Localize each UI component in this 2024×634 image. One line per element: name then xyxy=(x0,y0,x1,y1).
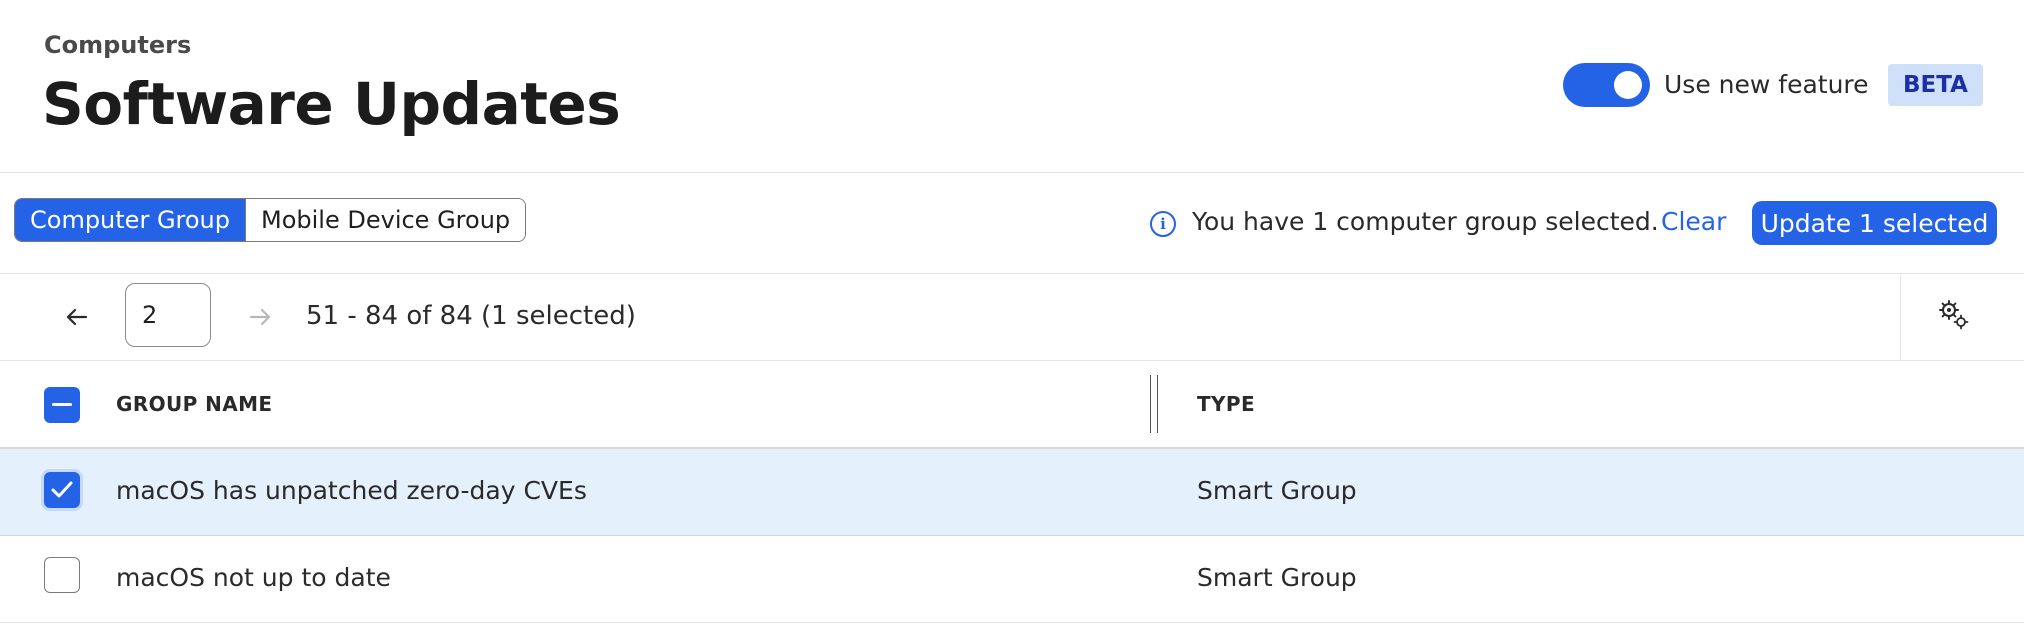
breadcrumb[interactable]: Computers xyxy=(44,31,191,59)
arrow-right-icon[interactable] xyxy=(245,302,275,332)
arrow-left-icon[interactable] xyxy=(62,302,92,332)
type-cell: Smart Group xyxy=(1197,563,1357,592)
info-icon: i xyxy=(1150,211,1176,237)
column-header-group-name[interactable]: GROUP NAME xyxy=(116,392,272,416)
table-row[interactable]: macOS not up to date Smart Group xyxy=(0,536,2024,623)
update-selected-button[interactable]: Update 1 selected xyxy=(1752,201,1997,245)
pagination-range-text: 51 - 84 of 84 (1 selected) xyxy=(306,301,636,331)
table-row[interactable]: macOS has unpatched zero-day CVEs Smart … xyxy=(0,449,2024,536)
page-number-input[interactable]: 2 xyxy=(125,283,211,347)
table-settings-cell xyxy=(1900,274,2024,360)
column-header-type[interactable]: TYPE xyxy=(1197,392,1255,416)
page-header: Computers Software Updates Use new featu… xyxy=(0,0,2024,173)
tab-mobile-device-group[interactable]: Mobile Device Group xyxy=(245,199,526,241)
settings-gears-icon[interactable] xyxy=(1937,298,1971,332)
row-checkbox[interactable] xyxy=(44,557,80,593)
group-type-segmented-control: Computer Group Mobile Device Group xyxy=(14,198,527,242)
beta-badge: BETA xyxy=(1888,64,1983,106)
column-resize-handle[interactable] xyxy=(1150,375,1158,433)
row-checkbox[interactable] xyxy=(44,472,80,508)
group-name-cell: macOS not up to date xyxy=(116,563,391,592)
clear-selection-link[interactable]: Clear xyxy=(1661,207,1726,236)
table-header: GROUP NAME TYPE xyxy=(0,361,2024,449)
group-name-cell: macOS has unpatched zero-day CVEs xyxy=(116,476,587,505)
toggle-knob xyxy=(1614,71,1642,99)
toggle-label: Use new feature xyxy=(1664,70,1869,99)
tab-computer-group[interactable]: Computer Group xyxy=(15,199,246,241)
selection-info-text: You have 1 computer group selected. xyxy=(1192,207,1659,236)
new-feature-toggle[interactable] xyxy=(1563,63,1650,107)
select-all-checkbox[interactable] xyxy=(44,387,80,423)
type-cell: Smart Group xyxy=(1197,476,1357,505)
checkmark-icon xyxy=(51,481,73,498)
toolbar: Computer Group Mobile Device Group i You… xyxy=(0,173,2024,274)
page-title: Software Updates xyxy=(42,70,621,138)
pagination-bar: 2 51 - 84 of 84 (1 selected) xyxy=(0,274,2024,361)
